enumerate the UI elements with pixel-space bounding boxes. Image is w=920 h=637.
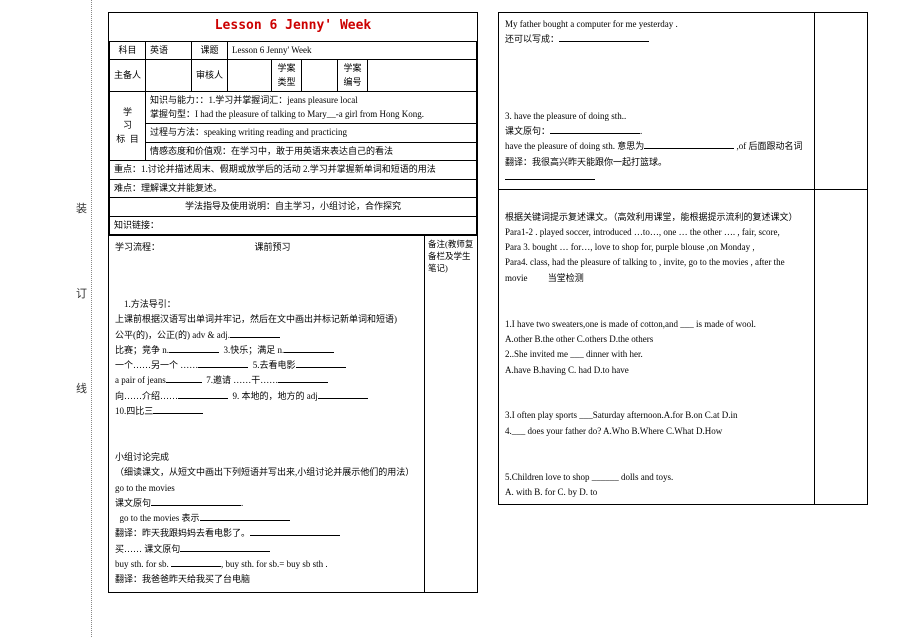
q5: 5.Children love to shop ______ dolls and…: [505, 472, 673, 482]
r-r10b: 当堂检测: [548, 273, 584, 283]
p2-l5: 买…… 课文原句: [115, 544, 180, 554]
author-val: [146, 60, 192, 92]
type-val: [302, 60, 338, 92]
p2-l6b: , buy sth. for sb.= buy sb sth .: [221, 559, 328, 569]
right-side-2: [815, 190, 867, 504]
r-r3: 3. have the pleasure of doing sth..: [505, 111, 626, 121]
keypoint: 重点：1.讨论并描述周末、假期或放学后的活动 2.学习并掌握新单词和短语的用法: [110, 161, 477, 180]
p1-l4b: 7.邀请 ……干……: [206, 375, 278, 385]
right-main-1: My father bought a computer for me yeste…: [499, 13, 815, 189]
right-side-1: [815, 13, 867, 189]
margin-ding: 订: [76, 285, 87, 301]
left-page: Lesson 6 Jenny' Week 科目 英语 课题 Lesson 6 J…: [108, 12, 478, 593]
r-r8: Para1-2 . played soccer, introduced …to……: [505, 227, 780, 237]
method-2: 知识链接：: [110, 216, 477, 235]
lesson-title: Lesson 6 Jenny' Week: [109, 13, 477, 41]
p2-l4: 翻译：昨天我跟妈妈去看电影了。: [115, 528, 250, 538]
r-r5a: have the pleasure of doing sth. 意思为: [505, 141, 644, 151]
p1-l1a: 公平(的)，公正(的) adv & adj.: [115, 330, 230, 340]
right-main-2: 根据关键词提示复述课文。（高效利用课堂，能根据提示流利的复述课文） Para1-…: [499, 190, 815, 504]
num-val: [368, 60, 477, 92]
sidenote-empty: [425, 278, 477, 592]
p1-l4a: a pair of jeans: [115, 375, 166, 385]
p2-l2: 课文原句: [115, 498, 151, 508]
p1-t2: 上课前根据汉语写出单词并牢记，然后在文中画出并标记新单词和短语): [115, 312, 418, 327]
type-lbl: 学案类型: [272, 60, 302, 92]
reviewer-val: [228, 60, 272, 92]
goal-r2: 过程与方法：speaking writing reading and pract…: [146, 124, 477, 143]
p1-l6: 10.四比三: [115, 406, 153, 416]
author-lbl: 主备人: [110, 60, 146, 92]
q1: 1.I have two sweaters,one is made of cot…: [505, 319, 756, 329]
goal-lbl: 学习标 目: [110, 92, 146, 161]
q1o: A.other B.the other C.others D.the other…: [505, 334, 653, 344]
p2-l6: buy sth. for sb.: [115, 559, 171, 569]
p2-t1: 小组讨论完成: [115, 450, 418, 465]
subject-val: 英语: [146, 41, 192, 60]
p2-t2: （细读课文，从短文中画出下列短语并写出来,小组讨论并展示他们的用法）: [115, 465, 418, 480]
prework-main: 1.方法导引： 上课前根据汉语写出单词并牢记，然后在文中画出并标记新单词和短语)…: [109, 278, 425, 592]
num-lbl: 学案编号: [338, 60, 368, 92]
goal-r1: 知识与能力：：1.学习并掌握词汇：jeans pleasure local 掌握…: [146, 92, 477, 124]
p2-l7: 翻译：我爸爸昨天给我买了台电脑: [115, 574, 250, 584]
prework-block: 1.方法导引： 上课前根据汉语写出单词并牢记，然后在文中画出并标记新单词和短语)…: [109, 278, 477, 592]
difficulty: 难点：理解课文并能复述。: [110, 179, 477, 198]
r-r4: 课文原句：: [505, 126, 550, 136]
r-r5b: ,of 后面跟动名词: [736, 141, 802, 151]
p1-l5a: 向……介绍……: [115, 391, 178, 401]
margin-xian: 线: [76, 380, 87, 396]
p2-l1: go to the movies: [115, 483, 175, 493]
p1-l3b: 5.去看电影: [253, 360, 296, 370]
r-r9: Para 3. bought … for…, love to shop for,…: [505, 242, 755, 252]
r-r1: My father bought a computer for me yeste…: [505, 19, 678, 29]
p1-l3a: 一个……另一个 ……: [115, 360, 198, 370]
reviewer-lbl: 审核人: [192, 60, 228, 92]
flow-header-row: 学习流程： 课前预习 备注(教师复备栏及学生笔记): [109, 235, 477, 278]
topic-lbl: 课题: [192, 41, 228, 60]
p1-l2a: 比赛；竞争 n.: [115, 345, 169, 355]
q3: 3.I often play sports ___Saturday aftern…: [505, 410, 737, 420]
right-block-1: My father bought a computer for me yeste…: [499, 13, 867, 189]
p1-l5b: 9. 本地的，地方的 adj: [233, 391, 318, 401]
topic-val: Lesson 6 Jenny' Week: [228, 41, 477, 60]
q4: 4.___ does your father do? A.Who B.Where…: [505, 426, 722, 436]
flow-header: 学习流程： 课前预习: [109, 236, 425, 278]
margin-zhuang: 装: [76, 200, 87, 216]
q21: 2..She invited me ___ dinner with her.: [505, 349, 643, 359]
sidenote: 备注(教师复备栏及学生笔记): [425, 236, 477, 278]
q5o: A. with B. for C. by D. to: [505, 487, 597, 497]
subject-lbl: 科目: [110, 41, 146, 60]
p1-l2b: 3.快乐；满足 n.: [224, 345, 285, 355]
r-r2: 还可以写成：: [505, 34, 559, 44]
r-r7: 根据关键词提示复述课文。（高效利用课堂，能根据提示流利的复述课文）: [505, 212, 798, 222]
binding-margin: 装 订 线: [78, 0, 92, 637]
q22: A.have B.having C. had D.to have: [505, 365, 629, 375]
goal-r3: 情感态度和价值观：在学习中，敢于用英语来表达自己的看法: [146, 142, 477, 161]
p2-l3: go to the movies 表示: [120, 513, 200, 523]
right-page: My father bought a computer for me yeste…: [498, 12, 868, 505]
meta-table: 科目 英语 课题 Lesson 6 Jenny' Week 主备人 审核人 学案…: [109, 41, 477, 236]
method-1: 学法指导及使用说明：自主学习，小组讨论，合作探究: [110, 198, 477, 217]
right-block-2: 根据关键词提示复述课文。（高效利用课堂，能根据提示流利的复述课文） Para1-…: [499, 189, 867, 504]
p1-t1: 1.方法导引：: [115, 297, 418, 312]
r-r6: 翻译：我很高兴昨天能跟你一起打篮球。: [505, 157, 667, 167]
